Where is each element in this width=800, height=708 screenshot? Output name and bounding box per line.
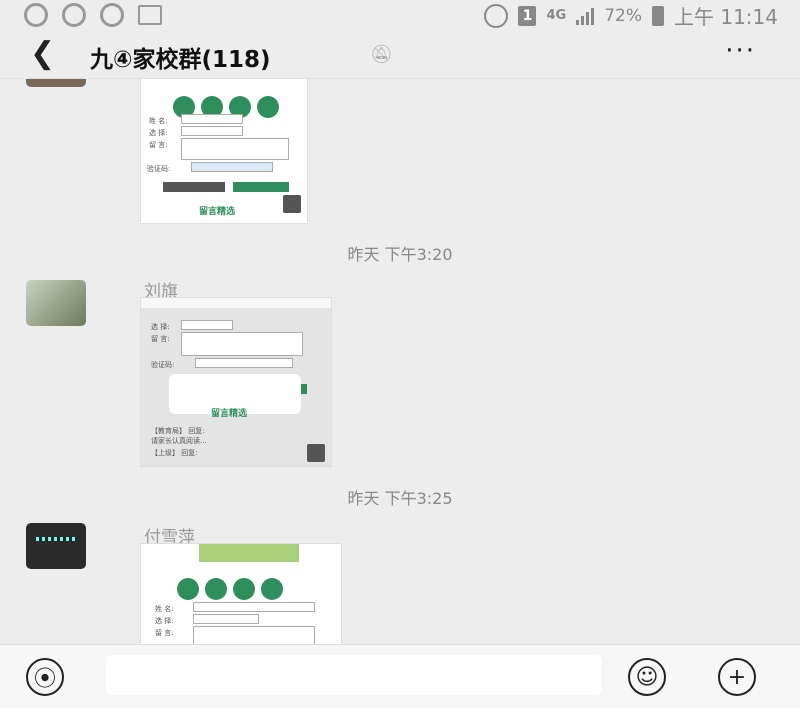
notification-icon bbox=[62, 3, 86, 27]
chat-title: 九④家校群(118) bbox=[90, 47, 271, 73]
alarm-icon bbox=[484, 3, 509, 28]
status-bar: 1 4G 72% 上午 11:14 bbox=[0, 0, 800, 30]
battery-label: 72% bbox=[604, 5, 642, 26]
image-message[interactable]: 姓 名: 选 择: 留 言: 验证码: 留言精选 bbox=[140, 79, 308, 224]
battery-icon bbox=[652, 5, 664, 26]
image-message[interactable]: 姓 名: 选 择: 留 言: bbox=[140, 543, 342, 644]
chat-header: ❮ 九④家校群(118) 🔕︎ ··· bbox=[0, 30, 800, 79]
plus-icon[interactable]: + bbox=[718, 658, 756, 696]
avatar[interactable] bbox=[26, 79, 86, 87]
sim-icon: 1 bbox=[518, 5, 537, 26]
message-input[interactable] bbox=[106, 655, 602, 695]
chat-area[interactable]: 姓 名: 选 择: 留 言: 验证码: 留言精选 昨天 下午3:20 刘旗 选 … bbox=[0, 79, 800, 644]
network-label: 4G bbox=[546, 8, 567, 23]
avatar[interactable] bbox=[26, 523, 86, 569]
avatar[interactable] bbox=[26, 280, 86, 326]
image-icon bbox=[138, 5, 162, 25]
notification-icon bbox=[24, 3, 48, 27]
more-button[interactable]: ··· bbox=[725, 36, 756, 66]
bell-muted-icon: 🔕︎ bbox=[370, 44, 393, 65]
signal-icon bbox=[576, 7, 595, 25]
notification-icon bbox=[100, 3, 124, 27]
back-arrow-icon[interactable]: ❮ bbox=[30, 36, 55, 71]
input-bar: ⦿ ☺ + bbox=[0, 644, 800, 708]
timestamp: 昨天 下午3:20 bbox=[347, 245, 453, 264]
clock: 上午 11:14 bbox=[674, 5, 778, 29]
timestamp: 昨天 下午3:25 bbox=[347, 489, 453, 508]
emoji-icon[interactable]: ☺ bbox=[628, 658, 666, 696]
image-message[interactable]: 选 择: 留 言: 验证码: 留言精选 【教育局】 回复: 请家长认真阅读...… bbox=[140, 297, 332, 467]
voice-icon[interactable]: ⦿ bbox=[26, 658, 64, 696]
